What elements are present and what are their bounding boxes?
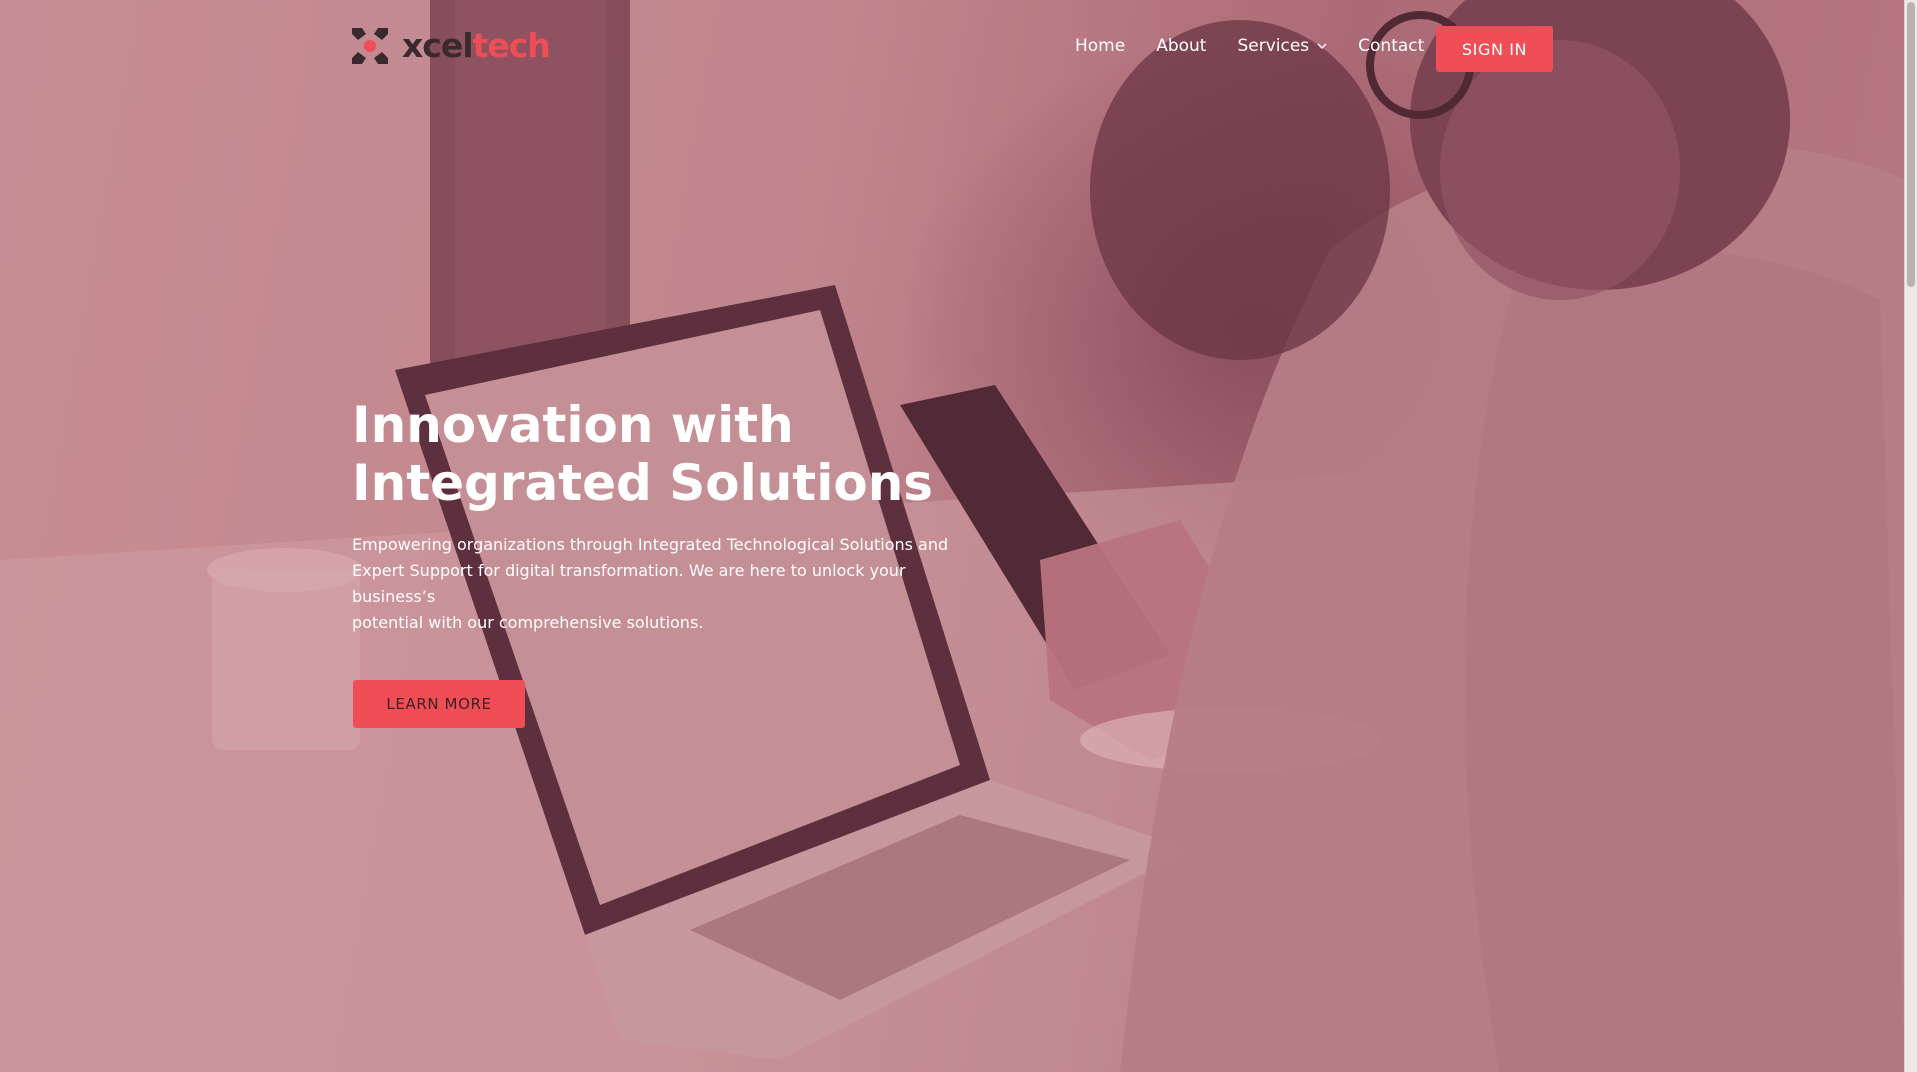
site-logo[interactable]: xceltech	[352, 26, 551, 65]
nav-contact[interactable]: Contact	[1358, 36, 1424, 56]
nav-about[interactable]: About	[1156, 36, 1206, 56]
hero-description: Empowering organizations through Integra…	[352, 535, 949, 632]
scrollbar-thumb[interactable]	[1907, 2, 1915, 287]
chevron-down-icon	[1317, 43, 1327, 49]
nav-home[interactable]: Home	[1075, 36, 1125, 56]
site-header: xceltech Home About Services Contact SIG…	[0, 0, 1905, 96]
page-scrollbar[interactable]	[1904, 0, 1917, 1072]
main-nav: Home About Services Contact	[1075, 36, 1455, 56]
hero-headline: Innovation with Integrated Solutions	[352, 396, 934, 512]
nav-services[interactable]: Services	[1237, 36, 1327, 56]
x-dot-logo-icon	[352, 28, 388, 64]
brand-name: xceltech	[402, 26, 551, 65]
sign-in-button[interactable]: SIGN IN	[1436, 26, 1553, 72]
learn-more-button[interactable]: LEARN MORE	[353, 680, 525, 728]
